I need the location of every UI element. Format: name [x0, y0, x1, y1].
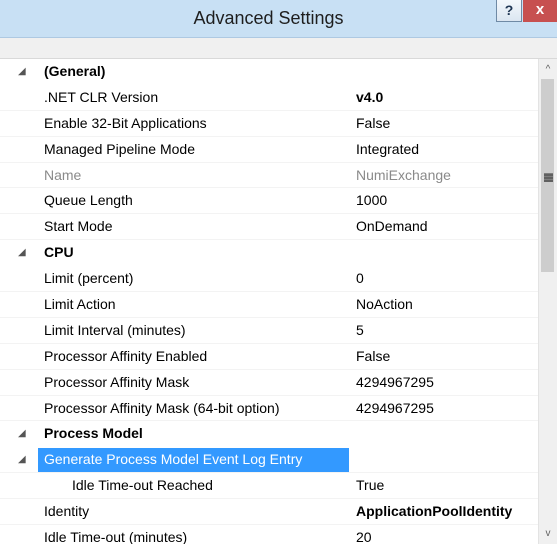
property-row[interactable]: Processor Affinity Mask (64-bit option) 4…: [0, 396, 538, 422]
property-row[interactable]: Processor Affinity Mask 4294967295: [0, 370, 538, 396]
expand-toggle-icon[interactable]: ◢: [18, 59, 30, 85]
property-row[interactable]: Start Mode OnDemand: [0, 214, 538, 241]
property-name: Queue Length: [44, 192, 133, 209]
help-button[interactable]: ?: [496, 0, 522, 22]
property-value[interactable]: Integrated: [356, 137, 419, 163]
property-value[interactable]: v4.0: [356, 85, 383, 111]
property-name: Name: [44, 166, 82, 183]
scroll-thumb[interactable]: ▬ ▬ ▬: [541, 79, 554, 272]
property-value[interactable]: 0: [356, 266, 364, 292]
property-value[interactable]: OnDemand: [356, 214, 428, 240]
property-row[interactable]: Idle Time-out Reached True: [0, 473, 538, 500]
expand-toggle-icon[interactable]: ◢: [18, 447, 30, 473]
property-name: Generate Process Model Event Log Entry: [44, 451, 303, 468]
property-value[interactable]: NumiExchange: [356, 163, 451, 189]
property-grid: ◢ (General) .NET CLR Version v4.0 Enable 32-…: [0, 59, 538, 544]
vertical-scrollbar[interactable]: ^ ▬ ▬ ▬ v: [538, 59, 557, 544]
property-name: Identity: [44, 503, 90, 520]
property-value[interactable]: False: [356, 111, 390, 137]
property-value[interactable]: 4294967295: [356, 370, 434, 396]
category-label: (General): [44, 63, 106, 79]
toolbar-strip: [0, 38, 557, 59]
property-row[interactable]: Queue Length 1000: [0, 188, 538, 215]
property-name: Processor Affinity Mask: [44, 373, 190, 390]
property-row[interactable]: Identity ApplicationPoolIdentity: [0, 499, 538, 526]
property-name: Enable 32-Bit Applications: [44, 114, 207, 131]
property-value[interactable]: 5: [356, 318, 364, 344]
property-name: Limit (percent): [44, 270, 134, 287]
category-label: Process Model: [44, 425, 143, 442]
property-name: Processor Affinity Mask (64-bit option): [44, 399, 280, 416]
scroll-grip-icon: ▬ ▬ ▬: [544, 168, 553, 184]
property-row[interactable]: Name NumiExchange: [0, 163, 538, 189]
expand-toggle-icon[interactable]: ◢: [18, 421, 30, 447]
property-value[interactable]: NoAction: [356, 292, 413, 318]
property-value[interactable]: 4294967295: [356, 396, 434, 422]
property-name: Start Mode: [44, 218, 113, 235]
expand-toggle-icon[interactable]: ◢: [18, 240, 30, 266]
property-name: Idle Time-out (minutes): [44, 529, 188, 544]
scroll-down-arrow-icon[interactable]: v: [539, 525, 557, 542]
window-title: Advanced Settings: [193, 8, 344, 28]
scroll-up-arrow-icon[interactable]: ^: [539, 61, 557, 78]
category-label: CPU: [44, 244, 74, 261]
property-name: Processor Affinity Enabled: [44, 347, 208, 364]
property-name: Managed Pipeline Mode: [44, 140, 195, 157]
property-name: Idle Time-out Reached: [72, 477, 213, 494]
title-bar: Advanced Settings ? x: [0, 0, 557, 38]
category-row[interactable]: ◢ (General): [0, 59, 538, 85]
category-row[interactable]: ◢ Process Model: [0, 421, 538, 447]
property-value[interactable]: True: [356, 473, 384, 499]
property-name: .NET CLR Version: [44, 88, 159, 105]
property-row[interactable]: Enable 32-Bit Applications False: [0, 111, 538, 137]
property-row[interactable]: Managed Pipeline Mode Integrated: [0, 137, 538, 163]
property-value[interactable]: 20: [356, 525, 372, 544]
property-value[interactable]: False: [356, 344, 390, 370]
property-row[interactable]: Limit (percent) 0: [0, 266, 538, 293]
property-row[interactable]: Processor Affinity Enabled False: [0, 344, 538, 370]
property-name: Limit Action: [44, 296, 116, 313]
property-row[interactable]: Limit Interval (minutes) 5: [0, 318, 538, 344]
property-value[interactable]: ApplicationPoolIdentity: [356, 499, 512, 525]
property-name: Limit Interval (minutes): [44, 321, 186, 338]
property-row[interactable]: .NET CLR Version v4.0: [0, 85, 538, 111]
property-row[interactable]: Limit Action NoAction: [0, 292, 538, 318]
property-row[interactable]: ◢ Generate Process Model Event Log Entry: [0, 447, 538, 474]
category-row[interactable]: ◢ CPU: [0, 240, 538, 266]
close-button[interactable]: x: [523, 0, 557, 22]
property-value[interactable]: 1000: [356, 188, 387, 214]
property-row[interactable]: Idle Time-out (minutes) 20: [0, 525, 538, 544]
